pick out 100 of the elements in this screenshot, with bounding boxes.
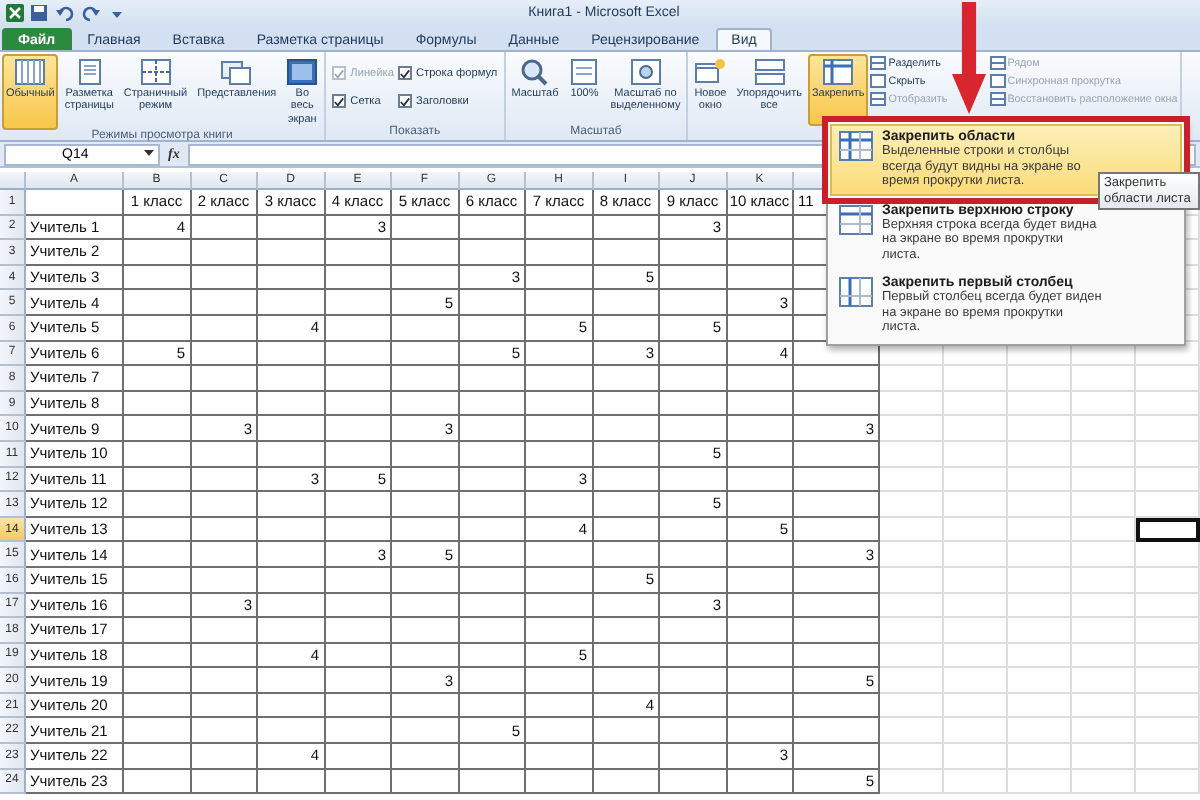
empty-cell[interactable] bbox=[191, 517, 258, 543]
empty-cell[interactable] bbox=[124, 265, 191, 291]
empty-cell[interactable] bbox=[526, 593, 593, 619]
empty-cell[interactable] bbox=[258, 618, 325, 644]
empty-cell[interactable] bbox=[794, 693, 880, 719]
empty-cell[interactable] bbox=[593, 290, 660, 316]
empty-cell[interactable] bbox=[794, 567, 880, 593]
empty-cell[interactable] bbox=[124, 467, 191, 493]
empty-cell[interactable] bbox=[325, 265, 392, 291]
empty-cell[interactable] bbox=[593, 643, 660, 669]
empty-cell[interactable] bbox=[727, 693, 794, 719]
empty-cell[interactable] bbox=[660, 416, 727, 442]
empty-cell[interactable] bbox=[258, 240, 325, 266]
empty-cell[interactable] bbox=[593, 517, 660, 543]
empty-cell[interactable] bbox=[124, 416, 191, 442]
empty-cell[interactable] bbox=[593, 542, 660, 568]
empty-cell[interactable] bbox=[392, 467, 459, 493]
empty-cell[interactable] bbox=[727, 643, 794, 669]
empty-cell[interactable] bbox=[124, 744, 191, 770]
empty-cell[interactable] bbox=[794, 366, 880, 392]
empty-cell[interactable] bbox=[191, 240, 258, 266]
empty-cell[interactable] bbox=[459, 215, 526, 241]
empty-cell[interactable] bbox=[727, 416, 794, 442]
save-button[interactable] bbox=[30, 3, 50, 23]
empty-cell[interactable] bbox=[660, 366, 727, 392]
empty-cell[interactable] bbox=[325, 341, 392, 367]
undo-button[interactable] bbox=[56, 3, 76, 23]
empty-cell[interactable] bbox=[459, 240, 526, 266]
empty-cell[interactable] bbox=[459, 618, 526, 644]
empty-cell[interactable] bbox=[191, 643, 258, 669]
empty-cell[interactable] bbox=[392, 593, 459, 619]
empty-cell[interactable] bbox=[526, 542, 593, 568]
empty-cell[interactable] bbox=[191, 668, 258, 694]
empty-cell[interactable] bbox=[593, 593, 660, 619]
empty-cell[interactable] bbox=[459, 769, 526, 795]
empty-cell[interactable] bbox=[660, 517, 727, 543]
empty-cell[interactable] bbox=[325, 718, 392, 745]
empty-cell[interactable] bbox=[325, 618, 392, 644]
empty-cell[interactable] bbox=[526, 769, 593, 795]
empty-cell[interactable] bbox=[727, 366, 794, 392]
empty-cell[interactable] bbox=[392, 693, 459, 719]
empty-cell[interactable] bbox=[593, 215, 660, 241]
empty-cell[interactable] bbox=[124, 391, 191, 417]
empty-cell[interactable] bbox=[124, 542, 191, 568]
empty-cell[interactable] bbox=[124, 693, 191, 719]
empty-cell[interactable] bbox=[191, 718, 258, 745]
empty-cell[interactable] bbox=[124, 492, 191, 518]
empty-cell[interactable] bbox=[794, 517, 880, 543]
empty-cell[interactable] bbox=[593, 366, 660, 392]
empty-cell[interactable] bbox=[794, 718, 880, 745]
empty-cell[interactable] bbox=[526, 265, 593, 291]
empty-cell[interactable] bbox=[392, 718, 459, 745]
empty-cell[interactable] bbox=[258, 341, 325, 367]
empty-cell[interactable] bbox=[392, 441, 459, 468]
empty-cell[interactable] bbox=[258, 718, 325, 745]
empty-cell[interactable] bbox=[526, 341, 593, 367]
empty-cell[interactable] bbox=[459, 290, 526, 316]
empty-cell[interactable] bbox=[459, 668, 526, 694]
empty-cell[interactable] bbox=[660, 744, 727, 770]
empty-cell[interactable] bbox=[526, 492, 593, 518]
empty-cell[interactable] bbox=[459, 517, 526, 543]
empty-cell[interactable] bbox=[392, 643, 459, 669]
empty-cell[interactable] bbox=[727, 618, 794, 644]
empty-cell[interactable] bbox=[593, 769, 660, 795]
empty-cell[interactable] bbox=[794, 391, 880, 417]
empty-cell[interactable] bbox=[526, 668, 593, 694]
redo-button[interactable] bbox=[82, 3, 102, 23]
empty-cell[interactable] bbox=[459, 593, 526, 619]
empty-cell[interactable] bbox=[526, 391, 593, 417]
empty-cell[interactable] bbox=[660, 769, 727, 795]
empty-cell[interactable] bbox=[392, 265, 459, 291]
empty-cell[interactable] bbox=[392, 341, 459, 367]
empty-cell[interactable] bbox=[660, 467, 727, 493]
empty-cell[interactable] bbox=[325, 290, 392, 316]
empty-cell[interactable] bbox=[392, 215, 459, 241]
empty-cell[interactable] bbox=[124, 668, 191, 694]
empty-cell[interactable] bbox=[660, 567, 727, 593]
empty-cell[interactable] bbox=[794, 467, 880, 493]
empty-cell[interactable] bbox=[191, 492, 258, 518]
empty-cell[interactable] bbox=[660, 693, 727, 719]
empty-cell[interactable] bbox=[660, 341, 727, 367]
empty-cell[interactable] bbox=[526, 290, 593, 316]
empty-cell[interactable] bbox=[325, 517, 392, 543]
empty-cell[interactable] bbox=[191, 441, 258, 468]
checkbox[interactable] bbox=[332, 94, 347, 108]
empty-cell[interactable] bbox=[526, 366, 593, 392]
empty-cell[interactable] bbox=[660, 542, 727, 568]
empty-cell[interactable] bbox=[325, 315, 392, 342]
empty-cell[interactable] bbox=[459, 542, 526, 568]
empty-cell[interactable] bbox=[258, 769, 325, 795]
empty-cell[interactable] bbox=[191, 467, 258, 493]
empty-cell[interactable] bbox=[459, 492, 526, 518]
empty-cell[interactable] bbox=[124, 240, 191, 266]
empty-cell[interactable] bbox=[392, 315, 459, 342]
empty-cell[interactable] bbox=[258, 366, 325, 392]
empty-cell[interactable] bbox=[392, 391, 459, 417]
empty-cell[interactable] bbox=[794, 441, 880, 468]
empty-cell[interactable] bbox=[794, 618, 880, 644]
empty-cell[interactable] bbox=[258, 215, 325, 241]
empty-cell[interactable] bbox=[660, 718, 727, 745]
